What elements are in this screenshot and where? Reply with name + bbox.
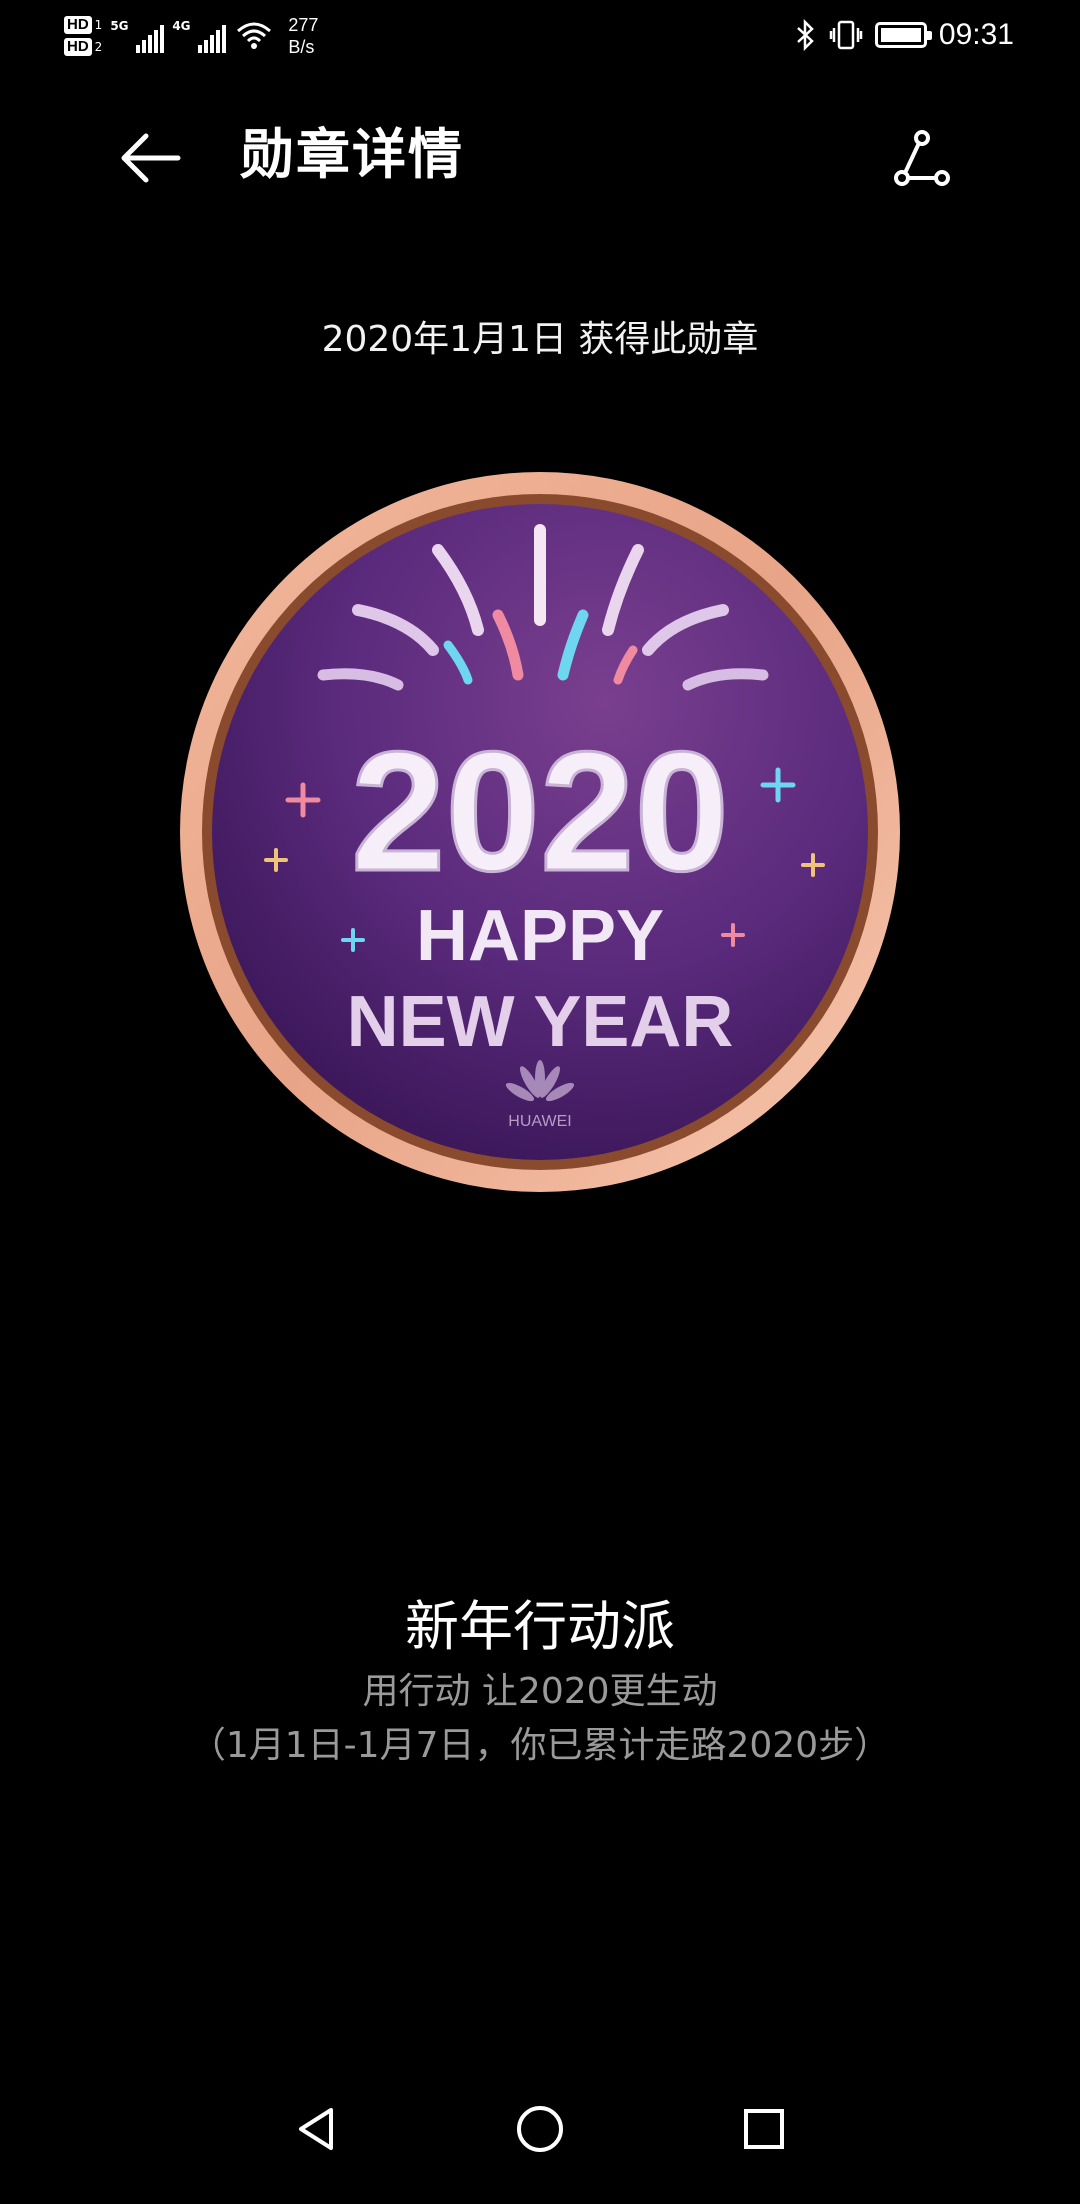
net-speed: 277 B/s [288,14,318,58]
status-right: 09:31 [795,10,1014,60]
app-bar: 勋章详情 [0,100,1080,210]
triangle-back-icon [299,2108,333,2150]
hd2-badge: HD [64,38,92,56]
net-speed-unit: B/s [288,37,315,57]
medal-graphic: 2020 HAPPY NEW YEAR HUAWEI [180,472,900,1192]
hd1-sub: 1 [94,18,103,32]
battery-icon [874,22,932,48]
page-title: 勋章详情 [240,123,464,186]
medal-name: 新年行动派 [405,1595,675,1658]
bluetooth-icon [797,19,814,51]
square-recents-icon [744,2109,784,2149]
status-bar: HD 1 HD 2 5G 4G 277 B/s 09:31 [0,0,1080,70]
medal-line2: NEW YEAR [347,982,734,1062]
wifi-icon [237,22,272,49]
sim2-tag: 4G [172,19,191,33]
nav-recents-button[interactable] [724,2094,804,2164]
status-left: HD 1 HD 2 5G 4G 277 B/s [64,8,318,64]
medal-year: 2020 [351,717,729,907]
clock: 09:31 [938,18,1014,51]
screen: HD 1 HD 2 5G 4G 277 B/s 09:31 勋章详情 2020年… [0,0,1080,2204]
earned-date: 2020年1月1日 获得此勋章 [321,319,759,360]
medal-progress: （1月1日-1月7日，你已累计走路2020步） [189,1725,891,1766]
circle-home-icon [517,2106,563,2152]
hd-indicators: HD 1 HD 2 [64,16,102,56]
medal-line1: HAPPY [416,896,664,976]
hd1-badge: HD [64,16,92,34]
nav-home-button[interactable] [500,2094,580,2164]
share-icon [894,130,950,186]
back-button[interactable] [110,118,190,198]
medal-description: 用行动 让2020更生动 [362,1671,718,1712]
nav-back-button[interactable] [276,2094,356,2164]
medal-brand: HUAWEI [508,1113,571,1130]
net-speed-value: 277 [288,15,319,35]
arrow-left-icon [121,133,181,183]
signal-icon-sim1: 5G [110,19,165,53]
sim1-tag: 5G [110,19,129,33]
hd2-sub: 2 [94,40,103,54]
medal-badge: 2020 HAPPY NEW YEAR HUAWEI [178,470,902,1194]
navigation-bar [0,2054,1080,2204]
vibrate-icon [829,20,863,50]
share-button[interactable] [882,120,962,200]
signal-icon-sim2: 4G [172,19,227,53]
